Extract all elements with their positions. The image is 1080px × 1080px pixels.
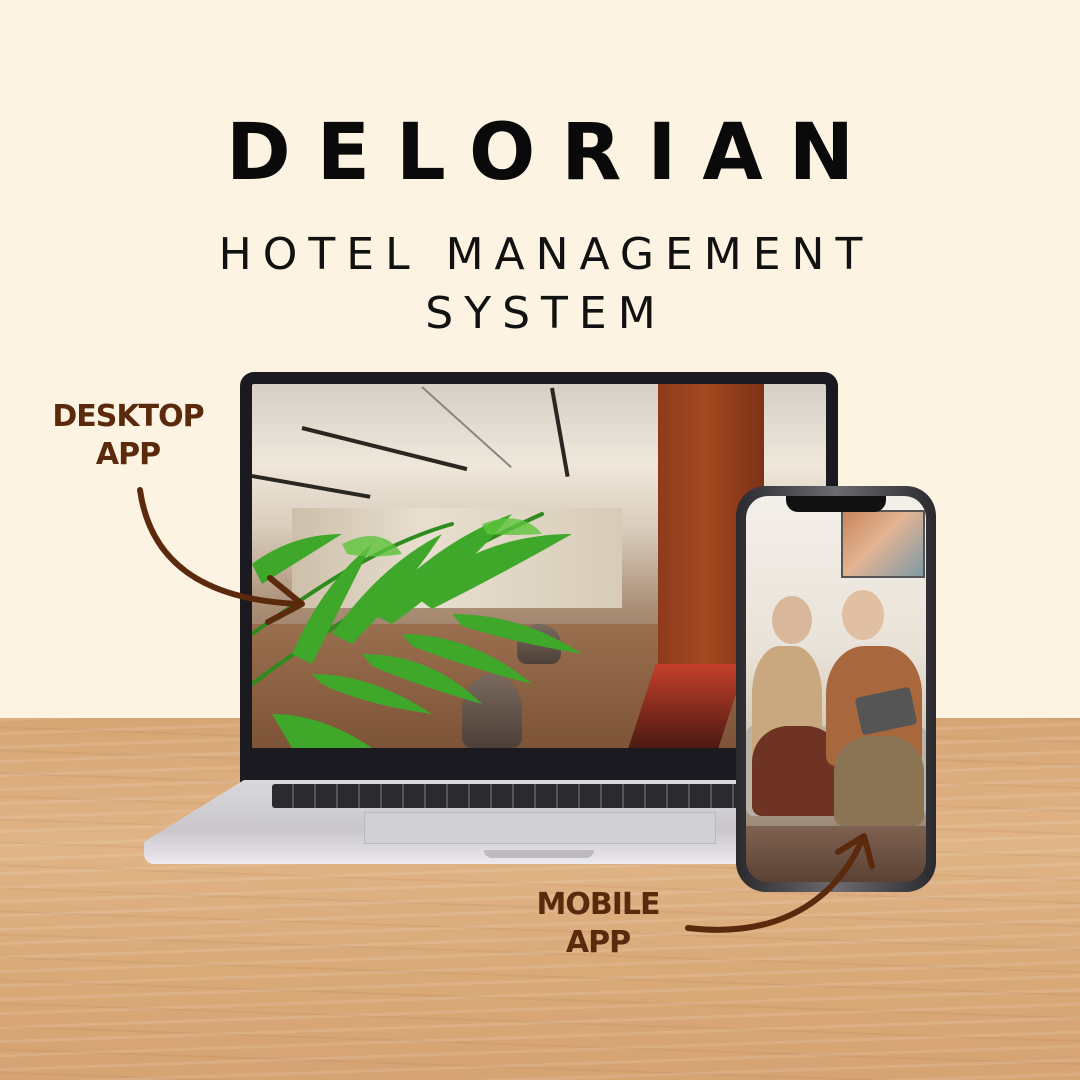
pointer-arrows [137,487,875,933]
desktop-arrow-icon [137,487,303,607]
